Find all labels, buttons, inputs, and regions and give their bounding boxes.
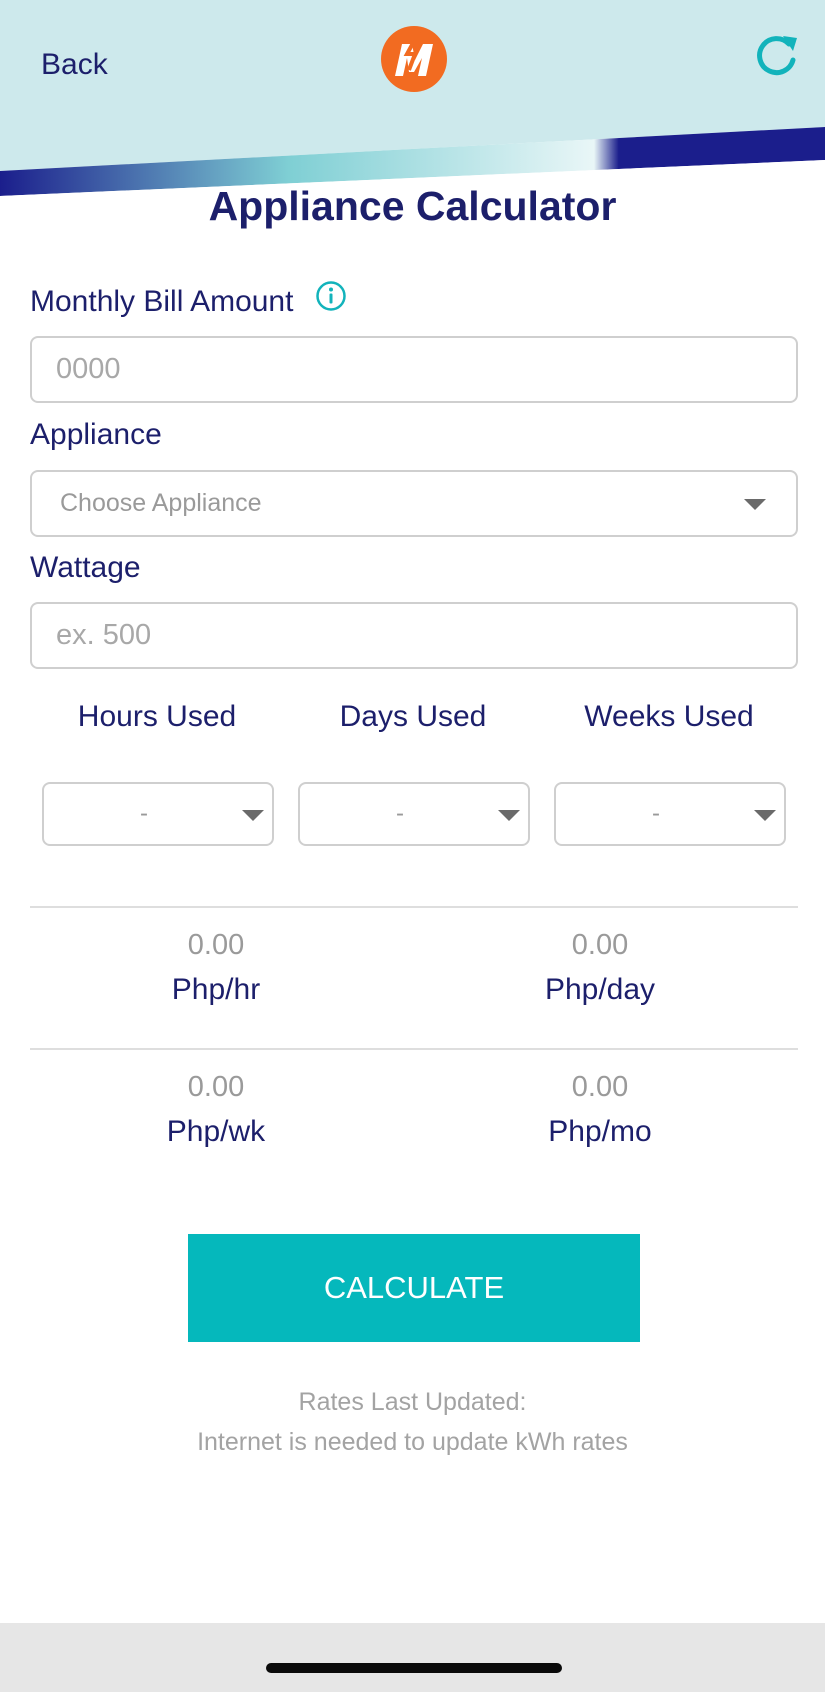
cost-per-hour-value: 0.00 (187, 929, 245, 961)
app-header: Back (0, 0, 825, 200)
weeks-used-select[interactable]: - (554, 782, 786, 846)
cost-per-day-unit: Php/day (544, 973, 656, 1006)
bottom-safe-area (0, 1623, 825, 1692)
cost-per-week-unit: Php/wk (166, 1115, 266, 1148)
weeks-used-value: - (652, 800, 660, 827)
days-used-select[interactable]: - (298, 782, 530, 846)
cost-per-month-unit: Php/mo (548, 1115, 652, 1148)
rates-last-updated: Rates Last Updated: (298, 1388, 527, 1416)
wattage-input[interactable] (32, 604, 796, 667)
hours-used-select[interactable]: - (42, 782, 274, 846)
appliance-label: Appliance (30, 418, 162, 451)
cost-per-month-value: 0.00 (571, 1071, 629, 1103)
results-divider-middle (30, 1048, 798, 1050)
cost-per-day-value: 0.00 (571, 929, 629, 961)
cost-per-hour-unit: Php/hr (171, 973, 261, 1006)
weeks-used-label: Weeks Used (584, 700, 754, 733)
home-indicator[interactable] (266, 1663, 562, 1673)
monthly-bill-input[interactable] (32, 338, 796, 401)
page-title: Appliance Calculator (208, 183, 617, 229)
brand-logo-icon (381, 26, 447, 92)
refresh-icon[interactable] (753, 32, 799, 78)
chevron-down-icon (744, 499, 766, 510)
hours-used-label: Hours Used (77, 700, 237, 733)
hours-used-value: - (140, 800, 148, 827)
chevron-down-icon (498, 810, 520, 821)
wattage-field (30, 602, 798, 669)
internet-required-note: Internet is needed to update kWh rates (197, 1428, 628, 1456)
results-divider-top (30, 906, 798, 908)
back-button[interactable]: Back (41, 48, 108, 82)
chevron-down-icon (242, 810, 264, 821)
appliance-select[interactable]: Choose Appliance (30, 470, 798, 537)
days-used-label: Days Used (339, 700, 487, 733)
wattage-label: Wattage (30, 551, 141, 584)
info-icon[interactable] (315, 280, 347, 312)
monthly-bill-field (30, 336, 798, 403)
cost-per-week-value: 0.00 (187, 1071, 245, 1103)
appliance-select-value: Choose Appliance (60, 489, 262, 517)
chevron-down-icon (754, 810, 776, 821)
calculate-button[interactable]: CALCULATE (188, 1234, 640, 1342)
monthly-bill-label: Monthly Bill Amount (30, 285, 294, 318)
days-used-value: - (396, 800, 404, 827)
